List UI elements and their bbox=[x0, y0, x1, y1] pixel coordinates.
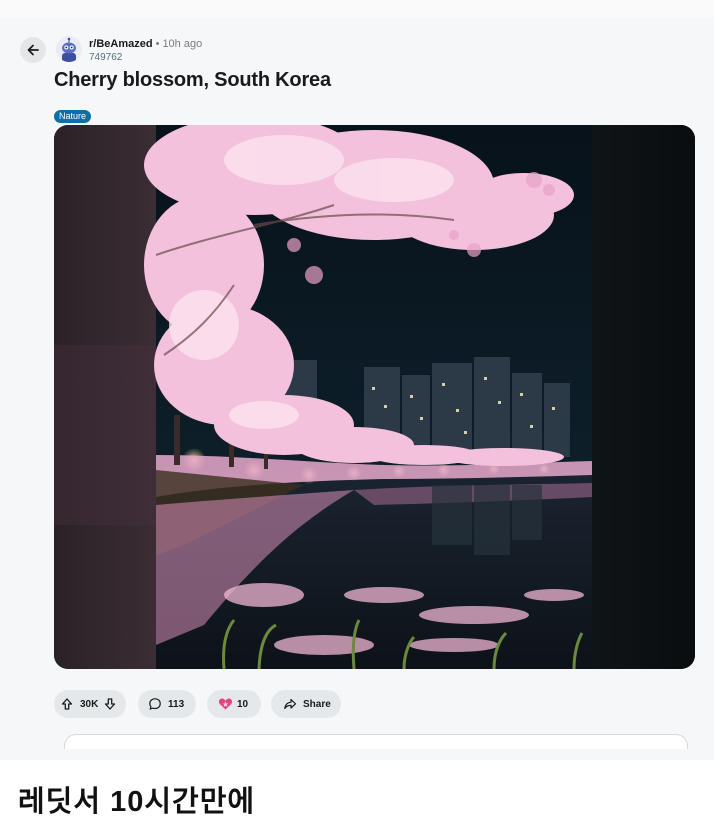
post-author[interactable]: 749762 bbox=[89, 52, 122, 63]
subreddit-avatar[interactable] bbox=[56, 36, 82, 62]
vote-count: 30K bbox=[80, 698, 99, 710]
top-band bbox=[0, 0, 714, 18]
post-title[interactable]: Cherry blossom, South Korea bbox=[54, 69, 331, 92]
comment-count: 113 bbox=[168, 698, 185, 710]
caption-text: 레딧서 10시간만에 bbox=[18, 786, 256, 818]
upvote-button[interactable] bbox=[54, 697, 80, 711]
vote-pill: 30K bbox=[54, 690, 126, 718]
award-count: 10 bbox=[237, 698, 249, 710]
downvote-button[interactable] bbox=[98, 697, 122, 711]
award-button[interactable]: 10 bbox=[207, 690, 261, 718]
cherry-blossom-photo bbox=[54, 125, 695, 669]
share-button[interactable]: Share bbox=[271, 690, 341, 718]
downvote-icon bbox=[105, 698, 116, 710]
post-meta: r/BeAmazed • 10h ago bbox=[89, 38, 202, 51]
comment-icon bbox=[149, 698, 161, 710]
comment-input-box[interactable] bbox=[64, 734, 688, 749]
post-time: 10h ago bbox=[162, 38, 203, 50]
snoo-avatar-icon bbox=[56, 36, 82, 62]
upvote-icon bbox=[61, 698, 73, 710]
meta-separator: • bbox=[155, 38, 160, 50]
share-icon bbox=[284, 698, 297, 710]
share-label: Share bbox=[303, 698, 331, 710]
award-heart-icon bbox=[218, 698, 232, 710]
post-media[interactable] bbox=[54, 125, 695, 669]
flair-badge[interactable]: Nature bbox=[54, 110, 92, 123]
comments-button[interactable]: 113 bbox=[138, 690, 196, 718]
back-button[interactable] bbox=[20, 37, 46, 63]
back-arrow-icon bbox=[27, 44, 39, 56]
subreddit-link[interactable]: r/BeAmazed bbox=[89, 38, 153, 50]
